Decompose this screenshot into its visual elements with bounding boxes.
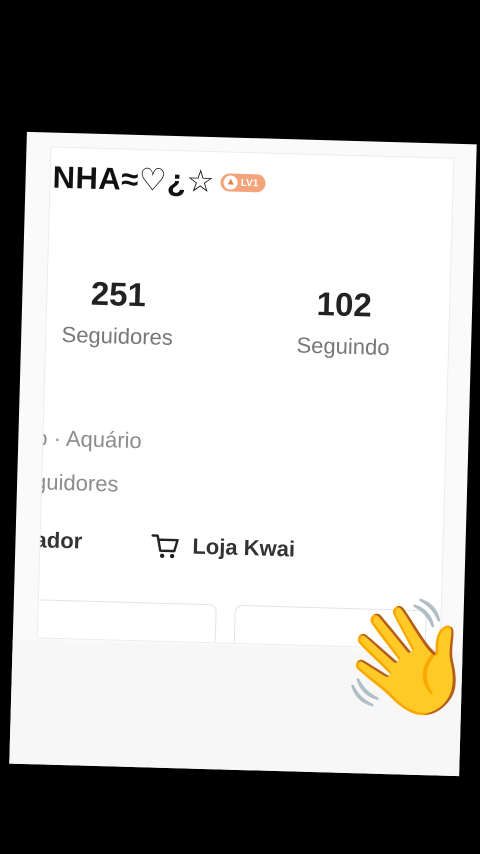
profile-header: NHA≈♡¿☆ ▲ LV1 [52,160,266,202]
creator-link[interactable]: iador [37,527,83,554]
profile-screenshot: NHA≈♡¿☆ ▲ LV1 251 Seguidores 102 Seguind… [36,146,455,650]
followers-label: Seguidores [61,321,174,350]
following-stat[interactable]: 102 Seguindo [268,284,420,362]
followers-stat[interactable]: 251 Seguidores [42,273,194,351]
level-icon: ▲ [223,175,238,190]
waving-hand-icon: 👋 [328,588,480,733]
profile-name: NHA≈♡¿☆ [52,159,216,200]
level-label: LV1 [240,177,259,189]
kwai-shop-link[interactable]: Loja Kwai [150,530,295,564]
profile-info-zodiac: o · Aquário [36,425,143,454]
level-badge: ▲ LV1 [220,173,266,193]
kwai-shop-label: Loja Kwai [192,533,296,562]
following-count: 102 [316,285,373,324]
following-label: Seguindo [296,332,390,361]
followers-count: 251 [90,274,147,314]
shopping-cart-icon [151,534,179,559]
profile-info-followers: guidores [36,469,119,497]
